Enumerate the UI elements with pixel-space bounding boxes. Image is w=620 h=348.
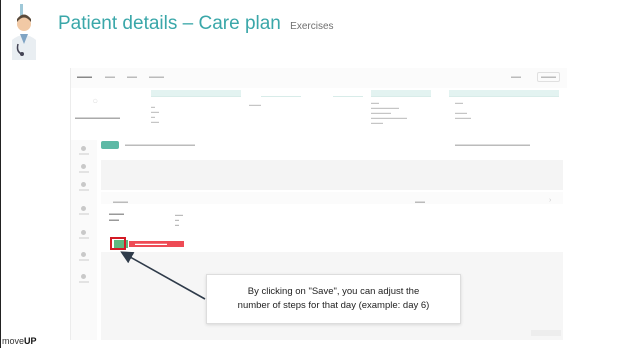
header-field — [261, 90, 301, 97]
panel — [101, 192, 563, 204]
footer-bar — [531, 330, 561, 336]
header-field — [333, 90, 363, 97]
steps-bar-text: ▬▬▬▬▬▬▬▬ — [135, 241, 167, 246]
app-sidebar — [71, 140, 97, 340]
panel — [101, 160, 563, 190]
callout-line-2: number of steps for that day (example: d… — [237, 300, 430, 311]
sidebar-item — [77, 230, 91, 240]
doctor-avatar-icon — [12, 4, 36, 60]
info-block: ▬▬▬ — [249, 102, 261, 107]
slide: Patient details – Care plan Exercises ▬▬… — [0, 0, 620, 348]
week-start: ▬▬▬ — [113, 199, 128, 205]
logo-prefix: move — [2, 336, 25, 346]
save-highlight — [110, 237, 126, 250]
info-block: ▬▬ ▬▬▬ ▬▬▬▬ — [455, 100, 471, 120]
header-field — [449, 90, 559, 97]
logo-suffix: UP — [24, 336, 37, 346]
header-field — [151, 90, 241, 97]
left-border — [0, 0, 1, 348]
tab-exercises — [101, 141, 119, 149]
app-header: ▬▬▬ ▬▬ ▬▬ ▬▬▬ ▬▬ ▬▬▬ — [71, 68, 567, 88]
title-subtitle: Exercises — [290, 21, 334, 32]
avatar-placeholder: ◯ — [93, 98, 98, 103]
week-end: ▬▬ — [415, 199, 425, 205]
next-week-icon: › — [549, 197, 552, 204]
tab: ▬▬▬▬▬▬▬▬▬▬▬▬▬▬▬ — [455, 142, 530, 148]
moveup-logo: moveUP — [2, 336, 37, 346]
sidebar-item — [77, 182, 91, 192]
language-select: ▬▬ — [511, 74, 521, 80]
day-header: ▬▬▬ ▬▬ — [109, 211, 124, 223]
sidebar-item — [77, 164, 91, 174]
info-block: ▬▬ ▬▬▬▬▬▬▬ ▬▬▬▬▬ ▬▬▬▬▬▬▬▬▬ ▬▬▬ — [371, 100, 407, 125]
page-title: Patient details – Care plan Exercises — [58, 13, 334, 35]
app-tabs: ▬▬▬▬▬▬▬▬▬▬▬▬▬▬ ▬▬▬▬▬▬▬▬▬▬▬▬▬▬▬ — [101, 140, 563, 152]
header-field — [371, 90, 431, 97]
callout-box: By clicking on "Save", you can adjust th… — [206, 274, 461, 324]
tab: ▬▬▬▬▬▬▬▬▬▬▬▬▬▬ — [125, 142, 195, 148]
title-text: Patient details – Care plan — [58, 13, 281, 34]
day-column: ▬▬ ▬ ▬ — [175, 212, 183, 227]
app-brand: ▬▬▬ — [77, 74, 92, 80]
user-menu: ▬▬▬ — [537, 72, 560, 82]
callout-line-1: By clicking on "Save", you can adjust th… — [247, 286, 420, 297]
sidebar-item — [77, 252, 91, 262]
sidebar-item — [77, 206, 91, 216]
info-block: ▬ ▬▬ ▬ ▬▬ — [151, 104, 159, 124]
patient-name: ▬▬▬▬▬▬▬▬▬ — [75, 115, 120, 121]
sidebar-item — [77, 146, 91, 156]
sidebar-item — [77, 274, 91, 284]
